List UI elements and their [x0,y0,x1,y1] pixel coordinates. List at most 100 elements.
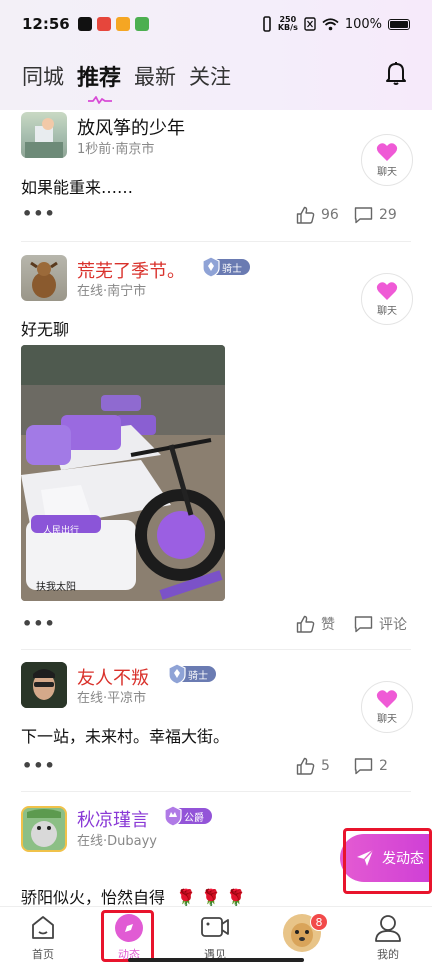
post-content-text: 骄阳似火，怡然自得 [21,888,166,907]
knight-badge-icon [168,663,186,685]
avatar-totoro-image [23,808,65,850]
like-count: 5 [321,758,330,774]
avatar[interactable] [21,112,67,158]
home-indicator [128,958,304,962]
net-speed-unit: KB/s [277,23,298,32]
post-content: 下一站，未来村。幸福大街。 [21,727,230,746]
status-time: 12:56 [22,15,70,33]
like-count: 96 [321,207,339,223]
comment-icon [354,616,373,633]
rose-emoji: 🌹 🌹 🌹 [176,888,247,907]
nav-meet[interactable]: 遇见 [185,907,245,964]
highlight-box-nav [101,910,154,962]
more-options-icon[interactable]: ••• [22,204,56,223]
knight-badge-icon [202,256,220,278]
bell-icon[interactable] [384,60,408,86]
svg-text:扶我太阳: 扶我太阳 [36,580,76,593]
heart-icon [376,282,398,300]
post-content: 骄阳似火，怡然自得 🌹 🌹 🌹 [21,884,246,908]
like-action[interactable]: 赞 [296,614,335,634]
unread-badge: 8 [310,913,328,931]
heart-icon [376,690,398,708]
tab-following[interactable]: 关注 [189,61,231,91]
comment-action[interactable]: 评论 [354,614,407,634]
feed-tabs: 同城 推荐 最新 关注 [22,56,231,104]
post-content: 如果能重来…… [21,178,134,197]
tiktok-icon [77,17,92,31]
badge-label: 公爵 [184,812,204,824]
comment-action[interactable]: 29 [354,206,397,224]
nav-home-label: 首页 [32,948,54,961]
avatar-dog-image [30,261,58,298]
like-action[interactable]: 96 [296,206,339,224]
comment-action[interactable]: 2 [354,757,388,775]
post-meta: 1秒前·南京市 [77,142,155,157]
bottom-nav: 首页 动态 遇见 8 我的 [0,906,432,964]
app-red-icon [96,17,111,31]
image-text: 人民出行 [43,524,79,536]
chat-button[interactable]: 聊天 [361,134,413,186]
avatar[interactable] [21,806,67,852]
active-tab-indicator [88,96,112,104]
more-options-icon[interactable]: ••• [22,614,56,633]
chat-label: 聊天 [377,306,397,317]
sim-icon [304,17,316,31]
nav-home[interactable]: 首页 [13,907,73,964]
post-divider [21,241,411,242]
video-icon [201,917,229,937]
like-label: 赞 [321,617,335,633]
post-content: 好无聊 [21,320,70,339]
tab-latest[interactable]: 最新 [134,61,176,91]
status-notification-icons [77,17,149,31]
avatar[interactable] [21,662,67,708]
chat-button[interactable]: 聊天 [361,273,413,325]
scooters-photo: 人民出行 扶我太阳 [21,345,225,601]
vibrate-icon [263,16,271,32]
chat-label: 聊天 [377,714,397,725]
tab-nearby[interactable]: 同城 [22,61,64,91]
nav-profile-label: 我的 [377,948,399,961]
username[interactable]: 秋凉瑾言 [77,806,149,832]
comment-count: 2 [379,758,388,774]
post-image[interactable]: 人民出行 扶我太阳 [21,345,225,601]
comment-icon [354,207,373,224]
like-action[interactable]: 5 [296,757,330,775]
knight-badge: 骑士 [202,256,250,278]
chat-button[interactable]: 聊天 [361,681,413,733]
user-icon [375,915,401,942]
status-right: 250 KB/s 100% [262,16,410,32]
post-divider [21,649,411,650]
username[interactable]: 放风筝的少年 [77,114,185,140]
duke-badge-icon [164,805,182,827]
post-meta: 在线·Dubayy [77,834,157,849]
comment-icon [354,758,373,775]
post-meta: 在线·平凉市 [77,691,147,706]
tab-recommended-label: 推荐 [77,66,122,91]
heart-icon [376,143,398,161]
post-meta: 在线·南宁市 [77,284,147,299]
comment-count: 29 [379,207,397,223]
knight-badge: 骑士 [168,663,216,685]
net-speed: 250 KB/s [278,16,298,32]
more-options-icon[interactable]: ••• [22,756,56,775]
thumbs-up-icon [296,615,315,633]
comment-label: 评论 [379,617,407,633]
badge-label: 骑士 [222,263,242,275]
avatar[interactable] [21,255,67,301]
status-bar: 12:56 250 KB/s 100% [0,0,432,48]
avatar-kite-image [25,118,63,158]
battery-icon [388,18,410,30]
highlight-box-fab [343,828,432,894]
app-green-icon [134,17,149,31]
badge-label: 骑士 [188,670,208,682]
avatar-man-image [21,662,67,708]
wifi-icon [322,17,339,30]
tab-recommended[interactable]: 推荐 [77,60,122,104]
thumbs-up-icon [296,206,315,224]
thumbs-up-icon [296,757,315,775]
chat-label: 聊天 [377,167,397,178]
home-icon [32,916,54,939]
nav-messages[interactable]: 8 [272,907,332,964]
weibo-icon [115,17,130,31]
nav-profile[interactable]: 我的 [358,907,418,964]
